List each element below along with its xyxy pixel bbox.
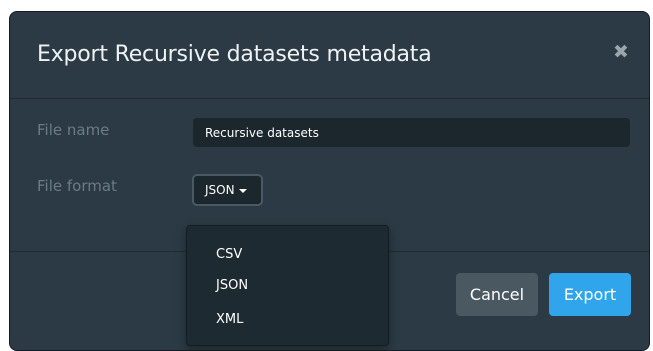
menu-item-csv[interactable]: CSV [187, 240, 388, 270]
close-icon: ✖ [613, 41, 629, 63]
close-button[interactable]: ✖ [611, 42, 631, 62]
file-format-label: File format [37, 177, 117, 195]
file-name-input[interactable] [193, 118, 630, 147]
caret-down-icon [238, 188, 247, 193]
file-name-label: File name [37, 121, 110, 139]
menu-item-json[interactable]: JSON [187, 271, 388, 301]
export-button[interactable]: Export [549, 273, 631, 316]
file-format-selected: JSON [205, 183, 235, 197]
dialog-title: Export Recursive datasets metadata [37, 42, 432, 67]
export-dialog: Export Recursive datasets metadata ✖ Fil… [9, 11, 650, 351]
file-format-dropdown-button[interactable]: JSON [192, 174, 263, 206]
file-format-menu: CSV JSON XML [186, 225, 389, 346]
menu-item-xml[interactable]: XML [187, 305, 388, 335]
dialog-header: Export Recursive datasets metadata ✖ [10, 12, 649, 99]
cancel-button[interactable]: Cancel [456, 273, 538, 316]
